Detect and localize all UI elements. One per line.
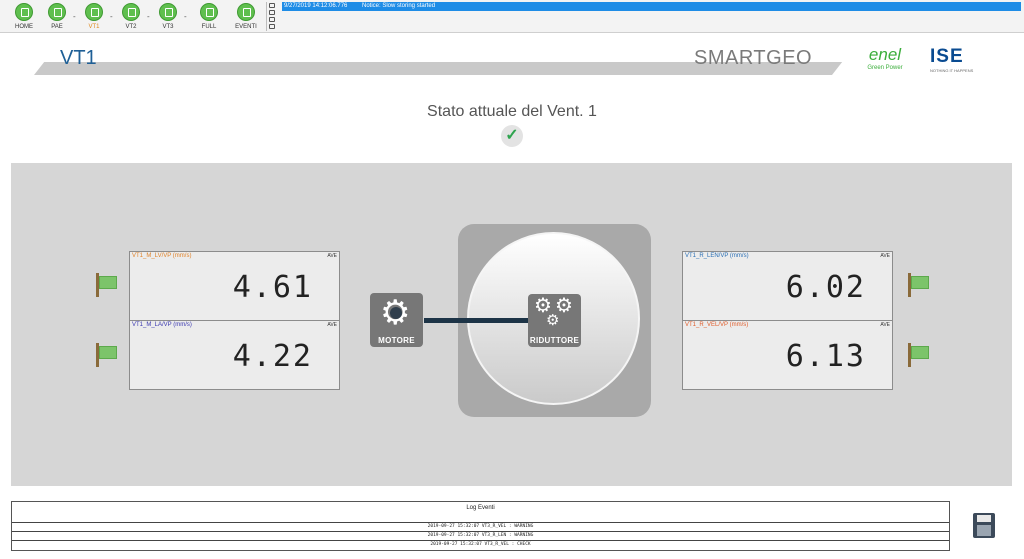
status-timestamp: 9/27/2019 14:12:06.776 [284,3,348,9]
nav-label: VT3 [162,24,174,30]
log-row[interactable]: 2019-09-27 15:32:07 VT3_R_VEL : CHECK [12,540,949,549]
fan-1-icon [85,3,103,21]
clipboard-icon [237,3,255,21]
sensor-value: 4.61 [232,270,313,305]
sensor-badge: AVE [327,322,337,328]
drive-shaft [424,318,544,323]
save-icon[interactable] [973,513,995,538]
monitor-icon [15,3,33,21]
enel-logo: enel Green Power [860,46,910,71]
nav-label: FULL [201,24,217,30]
flag-icon [92,343,122,367]
enel-logo-word: enel [868,45,902,64]
microphone-icon[interactable] [269,17,275,22]
nav-label: EVENTI [235,24,257,30]
state-title: Stato attuale del Vent. 1 [427,103,597,120]
sensor-r-vel[interactable]: VT1_R_VEL/VP (mm/s) AVE 6.13 [682,320,893,390]
screen-icon[interactable] [269,10,275,15]
gear-icon: ⚙ [546,312,560,329]
nav-full-button[interactable]: FULL [194,3,224,30]
sensor-value: 6.13 [785,339,866,374]
nav-vt1-button[interactable]: VT1 [79,3,109,30]
sensor-label: VT1_R_VEL/VP (mm/s) [685,322,749,328]
sensor-label: VT1_M_LA/VP (mm/s) [132,322,192,328]
sensor-r-len[interactable]: VT1_R_LEN/VP (mm/s) AVE 6.02 [682,251,893,321]
nav-label: HOME [15,24,33,30]
nav-label: VT1 [88,24,100,30]
app-name: SMARTGEO [694,47,813,69]
nav-pae-button[interactable]: PAE [42,3,72,30]
reducer-label: RIDUTTORE [529,336,580,345]
event-log: Log Eventi 2019-09-27 15:32:07 VT3_R_VEL… [11,501,950,551]
sensor-m-lv[interactable]: VT1_M_LV/VP (mm/s) AVE 4.61 [129,251,340,321]
page-title: VT1 [60,47,97,69]
nav-separator: - [147,12,150,21]
check-icon: ✓ [501,125,523,147]
toolbar-tools [269,3,279,31]
fan-3-icon [159,3,177,21]
flag-icon [904,343,934,367]
machine-panel: VT1_M_LV/VP (mm/s) AVE 4.61 VT1_M_LA/VP … [11,163,1012,486]
nav-eventi-button[interactable]: EVENTI [231,3,261,30]
nav-label: VT2 [125,24,137,30]
ise-logo-sub: NOTHING IT HAPPENS [930,68,974,73]
nav-separator: - [184,12,187,21]
sensor-badge: AVE [880,253,890,259]
settings-icon[interactable] [269,3,275,8]
nav-separator: - [73,12,76,21]
flag-icon [92,273,122,297]
nav-separator: - [110,12,113,21]
reducer-block[interactable]: ⚙ ⚙ ⚙ RIDUTTORE [528,294,581,347]
nav-home-button[interactable]: HOME [9,3,39,30]
ise-logo: ISE NOTHING IT HAPPENS [930,47,986,73]
sensor-value: 6.02 [785,270,866,305]
nav-vt3-button[interactable]: VT3 [153,3,183,30]
sensor-m-la[interactable]: VT1_M_LA/VP (mm/s) AVE 4.22 [129,320,340,390]
log-title: Log Eventi [466,505,495,511]
enel-logo-sub: Green Power [867,65,903,71]
flag-icon [904,273,934,297]
motor-block[interactable]: ⚙ MOTORE [370,293,423,347]
log-row[interactable]: 2019-09-27 15:32:07 VT3_R_LEN : WARNING [12,531,949,540]
sensor-badge: AVE [880,322,890,328]
sensor-label: VT1_R_LEN/VP (mm/s) [685,253,749,259]
status-message: Notice: Slow storing started [362,3,436,9]
monitor-icon [200,3,218,21]
sensor-badge: AVE [327,253,337,259]
top-toolbar: HOME PAE - VT1 - VT2 - VT3 - FULL EVENTI… [0,0,1024,33]
log-row[interactable]: 2019-09-27 15:32:07 VT3_R_VEL : WARNING [12,522,949,531]
sensor-value: 4.22 [232,339,313,374]
cursor-icon[interactable] [269,24,275,29]
pae-icon [48,3,66,21]
nav-vt2-button[interactable]: VT2 [116,3,146,30]
motor-hub [390,307,402,319]
ise-logo-word: ISE [930,46,964,67]
fan-2-icon [122,3,140,21]
status-bar: 9/27/2019 14:12:06.776 Notice: Slow stor… [282,2,1021,11]
sensor-label: VT1_M_LV/VP (mm/s) [132,253,192,259]
toolbar-divider [266,2,267,31]
nav-label: PAE [51,24,63,30]
motor-label: MOTORE [378,336,415,345]
